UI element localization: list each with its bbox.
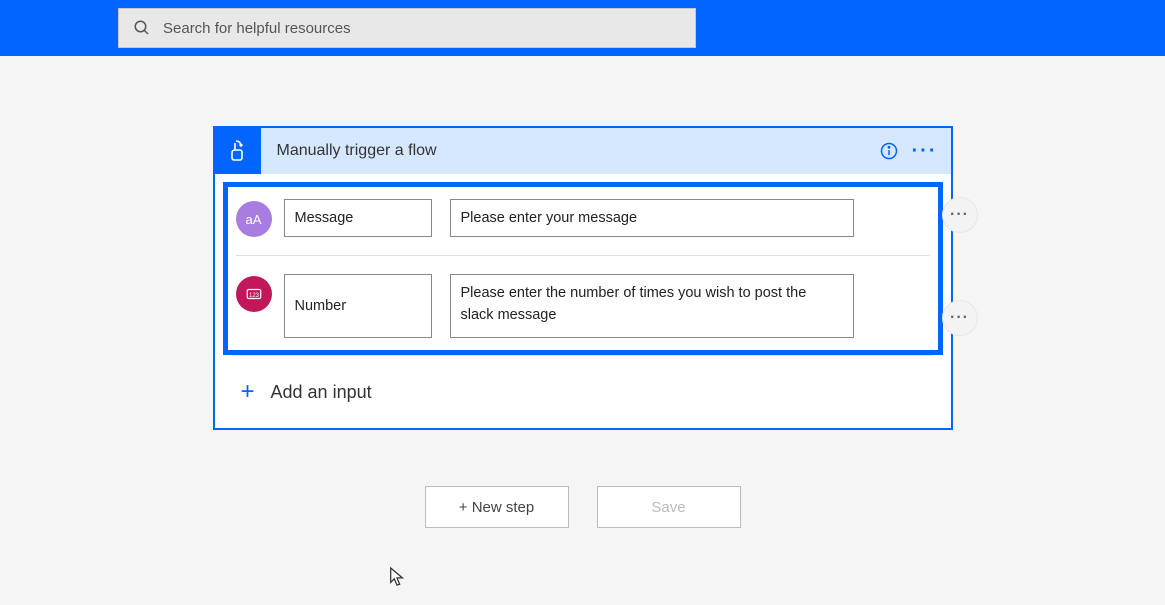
svg-text:123: 123 [248,293,259,299]
input-name-field[interactable] [284,274,432,338]
add-input-label: Add an input [271,382,372,403]
search-input[interactable] [163,20,681,37]
plus-icon: + [241,378,255,406]
save-button: Save [597,486,741,528]
number-type-icon: 123 [236,276,272,312]
card-more-icon[interactable]: ··· [907,133,943,169]
mouse-cursor-icon [388,566,406,593]
input-row-more-icon[interactable]: ··· [942,300,978,336]
inputs-frame: aA ··· 123 ··· [223,182,943,355]
input-name-field[interactable] [284,199,432,237]
card-title: Manually trigger a flow [277,142,871,160]
trigger-icon [215,128,261,174]
top-bar [0,0,1165,56]
text-type-icon: aA [236,201,272,237]
input-row-message: aA ··· [236,193,930,256]
card-header: Manually trigger a flow ··· [215,128,951,174]
new-step-button[interactable]: + New step [425,486,569,528]
flow-trigger-card: Manually trigger a flow ··· aA ··· 123 [213,126,953,430]
input-row-number: 123 ··· [236,268,930,344]
input-row-more-icon[interactable]: ··· [942,197,978,233]
search-icon [133,19,151,37]
info-icon[interactable] [871,133,907,169]
add-input-button[interactable]: + Add an input [215,356,951,428]
search-box[interactable] [118,8,696,48]
bottom-actions: + New step Save [425,486,741,528]
canvas: Manually trigger a flow ··· aA ··· 123 [0,56,1165,528]
input-description-field[interactable] [450,274,854,338]
input-description-field[interactable] [450,199,854,237]
